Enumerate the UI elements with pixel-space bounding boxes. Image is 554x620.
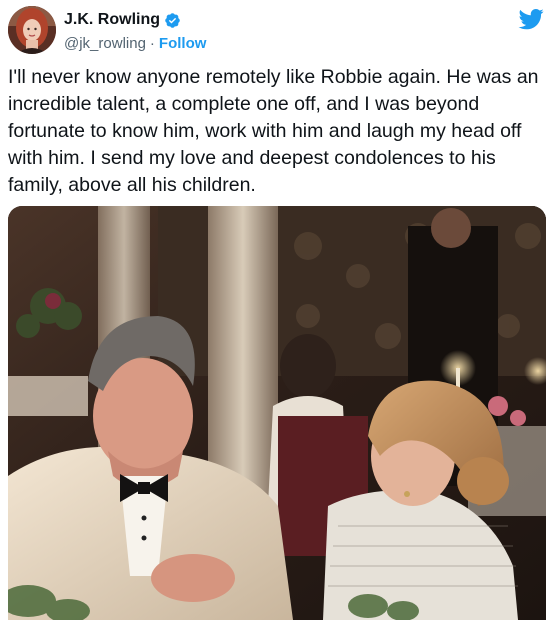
- tweet-photo[interactable]: [8, 206, 546, 620]
- display-name[interactable]: J.K. Rowling: [64, 11, 160, 29]
- avatar-photo-icon: [8, 6, 56, 54]
- tweet-card: J.K. Rowling @jk_rowling · Follow I'll n…: [0, 0, 554, 620]
- author-handle[interactable]: @jk_rowling: [64, 35, 146, 52]
- author-names: J.K. Rowling @jk_rowling · Follow: [64, 9, 206, 53]
- photo-scene: [8, 206, 546, 620]
- author-avatar[interactable]: [8, 6, 56, 54]
- twitter-bird-icon[interactable]: [518, 8, 544, 30]
- handle-row: @jk_rowling · Follow: [64, 33, 206, 53]
- follow-button[interactable]: Follow: [159, 35, 207, 52]
- tweet-header: J.K. Rowling @jk_rowling · Follow: [8, 6, 546, 56]
- tweet-text: I'll never know anyone remotely like Rob…: [8, 66, 539, 196]
- separator-dot: ·: [149, 34, 155, 52]
- display-name-row: J.K. Rowling: [64, 9, 206, 31]
- verified-badge-icon: [165, 12, 180, 28]
